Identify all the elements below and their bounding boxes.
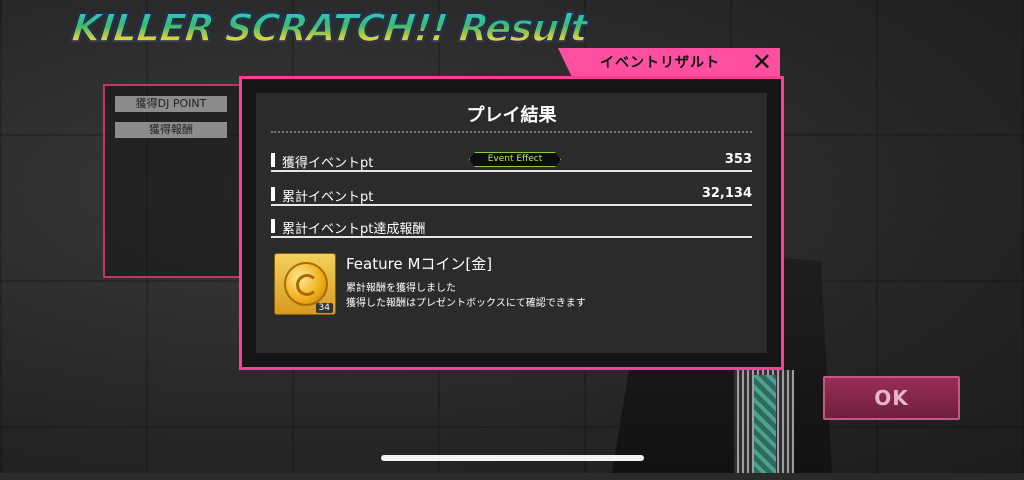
reward-description-line1: 累計報酬を獲得しました [346,283,456,294]
row-marker [271,187,275,201]
reward-name: Feature Mコイン[金] [346,255,493,273]
dj-point-label: 獲得DJ POINT [115,96,227,112]
title-divider [271,131,752,133]
row-marker [271,219,275,233]
reward-description-line2: 獲得した報酬はプレゼントボックスにて確認できます [346,298,586,309]
killer-scratch-result-logo: KILLER SCRATCH!! Result [69,5,590,51]
reward-item-frame[interactable]: 34 [274,253,336,315]
ok-button[interactable]: OK [823,376,960,420]
event-result-tab-label: イベントリザルト [600,55,720,71]
close-icon[interactable]: ✕ [752,49,772,75]
earned-event-pt-label: 獲得イベントpt [282,156,374,171]
total-event-pt-label: 累計イベントpt [282,190,374,205]
row-marker [271,153,275,167]
total-event-pt-value: 32,134 [701,186,752,201]
home-indicator[interactable] [381,455,644,461]
gold-coin-icon [284,262,328,306]
reward-label: 獲得報酬 [115,122,227,138]
character-tie [754,375,776,473]
play-result-modal: プレイ結果 獲得イベントpt Event Effect 353 累計イベントpt… [239,76,784,370]
total-event-pt-reward-row: 累計イベントpt達成報酬 [271,216,752,238]
total-event-pt-row: 累計イベントpt 32,134 [271,184,752,206]
reward-description: 累計報酬を獲得しました 獲得した報酬はプレゼントボックスにて確認できます [346,281,586,311]
earned-event-pt-value: 353 [724,152,752,167]
event-result-tab: イベントリザルト ✕ [558,48,780,76]
modal-title: プレイ結果 [466,105,557,126]
reward-count: 34 [315,303,333,313]
event-effect-badge: Event Effect [469,152,561,167]
earned-event-pt-row: 獲得イベントpt Event Effect 353 [271,150,752,172]
modal-content: プレイ結果 獲得イベントpt Event Effect 353 累計イベントpt… [256,93,767,353]
total-event-pt-reward-label: 累計イベントpt達成報酬 [282,222,426,237]
background-results-panel: 獲得DJ POINT 獲得報酬 [103,84,247,278]
